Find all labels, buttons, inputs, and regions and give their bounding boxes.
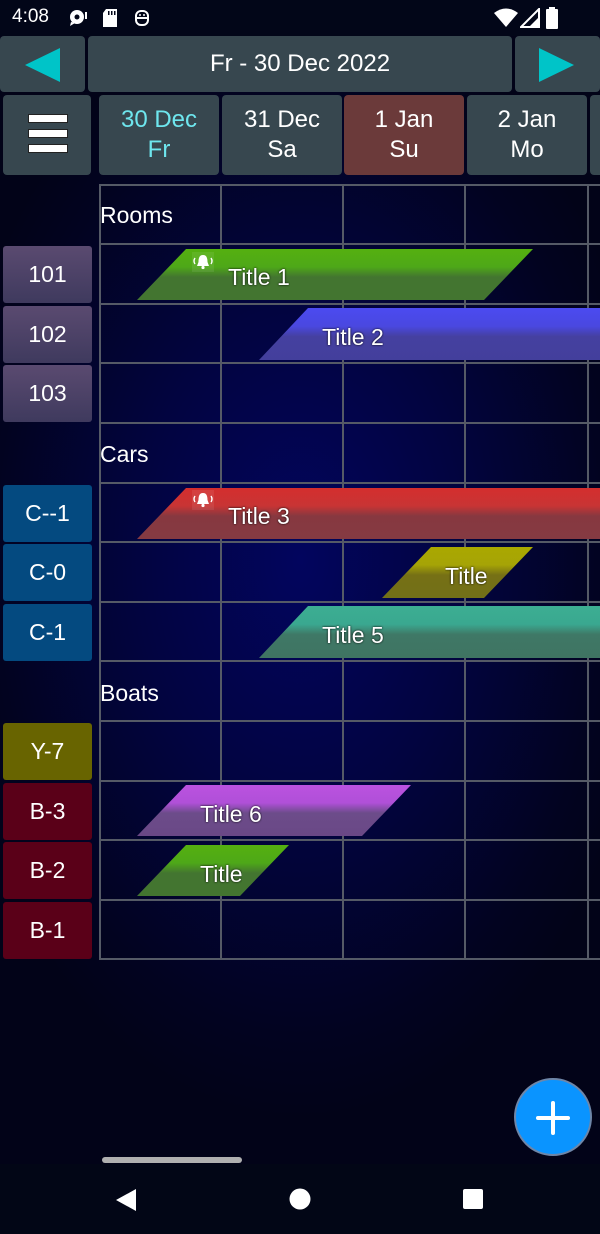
- system-nav-bar: [0, 1164, 600, 1234]
- schedule-grid[interactable]: [99, 184, 600, 960]
- day-date: 1 Jan: [374, 106, 434, 133]
- resource-b-2[interactable]: B-2: [3, 842, 92, 899]
- alarm-bell-icon: [192, 490, 214, 510]
- day-header[interactable]: 2 Jan Mo: [467, 95, 587, 175]
- event-label-title-3: Title 3: [228, 503, 290, 529]
- event-label-title-6: Title 6: [200, 801, 262, 827]
- status-bar: 4:08: [0, 0, 600, 36]
- day-weekday: Mo: [510, 136, 544, 163]
- day-weekday: Su: [389, 136, 419, 163]
- resource-b-3[interactable]: B-3: [3, 783, 92, 840]
- resource-y-7[interactable]: Y-7: [3, 723, 92, 780]
- resource-b-1[interactable]: B-1: [3, 902, 92, 959]
- chat-bubble-icon: [70, 10, 87, 26]
- recents-square-icon[interactable]: [462, 1188, 484, 1210]
- day-date: 30 Dec: [120, 106, 198, 133]
- day-header[interactable]: 31 Dec Sa: [222, 95, 342, 175]
- group-label-cars: Cars: [100, 441, 149, 467]
- date-title[interactable]: Fr - 30 Dec 2022: [88, 36, 512, 92]
- event-label-title-5: Title 5: [322, 622, 384, 648]
- resource-c-1[interactable]: C-1: [3, 604, 92, 661]
- signal-icon: [520, 8, 540, 28]
- day-weekday: Sa: [267, 136, 297, 163]
- menu-button[interactable]: [3, 95, 91, 175]
- wifi-icon: [494, 8, 518, 27]
- resource-101[interactable]: 101: [3, 246, 92, 303]
- resource-c--1[interactable]: C--1: [3, 485, 92, 542]
- previous-day-button[interactable]: [0, 36, 85, 92]
- arrow-left-icon: [25, 48, 60, 82]
- arrow-right-icon: [539, 48, 574, 82]
- day-weekday: Fr: [147, 136, 171, 163]
- day-header-partial[interactable]: [590, 95, 600, 175]
- horizontal-scroll-indicator[interactable]: [102, 1157, 242, 1163]
- home-circle-icon[interactable]: [288, 1187, 312, 1211]
- alarm-bell-icon: [192, 252, 214, 272]
- day-header-holiday[interactable]: 1 Jan Su: [344, 95, 464, 175]
- battery-icon: [546, 7, 558, 29]
- event-label-title-2: Title 2: [322, 324, 384, 350]
- event-label-title-4: Title: [445, 563, 487, 589]
- group-label-boats: Boats: [100, 680, 159, 706]
- next-day-button[interactable]: [515, 36, 600, 92]
- day-date: 2 Jan: [497, 106, 557, 133]
- event-label-title-7: Title: [200, 861, 242, 887]
- day-date: 31 Dec: [243, 106, 321, 133]
- event-label-title-1: Title 1: [228, 264, 290, 290]
- add-event-button[interactable]: [514, 1078, 592, 1156]
- resource-103[interactable]: 103: [3, 365, 92, 422]
- status-time: 4:08: [12, 6, 49, 27]
- sd-card-icon: [103, 9, 117, 27]
- day-header-today[interactable]: 30 Dec Fr: [99, 95, 219, 175]
- group-label-rooms: Rooms: [100, 202, 173, 228]
- resource-102[interactable]: 102: [3, 306, 92, 363]
- back-triangle-icon[interactable]: [114, 1188, 138, 1212]
- resource-c-0[interactable]: C-0: [3, 544, 92, 601]
- android-debug-icon: [135, 10, 149, 26]
